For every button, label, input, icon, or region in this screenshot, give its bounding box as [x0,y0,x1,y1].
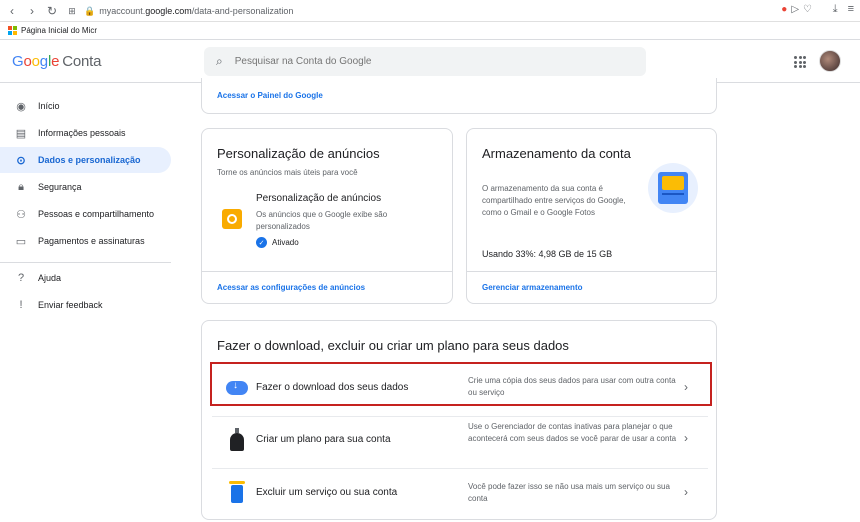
sidebar-divider [0,262,171,263]
sidebar-item-label: Pessoas e compartilhamento [38,209,155,219]
help-icon: ? [17,272,25,284]
storage-usage: Usando 33%: 4,98 GB de 15 GB [482,249,613,259]
menu-icon[interactable]: ≡ [848,3,854,16]
card-title: Armazenamento da conta [482,146,631,161]
search-icon[interactable]: ⌕ [216,54,223,69]
chevron-right-icon: › [684,485,688,499]
people-icon: ⚇ [16,208,26,221]
manage-storage-link[interactable]: Gerenciar armazenamento [482,283,583,292]
microsoft-logo-icon [8,26,17,35]
sidebar-item-pessoas-compartilhamento[interactable]: ⚇ Pessoas e compartilhamento [0,201,171,227]
account-storage-card: Armazenamento da conta O armazenamento d… [466,128,717,304]
toggle-icon: ⊙ [16,154,26,167]
play-icon[interactable]: ▷ [791,4,799,15]
sidebar-item-inicio[interactable]: ◉ Início [0,93,171,119]
sidebar-item-label: Enviar feedback [38,300,103,310]
feedback-icon: ! [19,299,23,311]
download-icon[interactable]: ⤓ [833,3,838,16]
download-delete-card: Fazer o download, excluir ou criar um pl… [201,320,717,520]
card-icon: ▭ [15,235,27,248]
sidebar-item-label: Início [38,101,60,111]
back-icon[interactable]: ‹ [2,1,22,21]
storage-desc: O armazenamento da sua conta é compartil… [482,184,626,217]
row-label: Criar um plano para sua conta [256,434,391,445]
avatar[interactable] [819,50,841,72]
sidebar-item-label: Informações pessoais [38,128,126,138]
sidebar: ◉ Início ▤ Informações pessoais ⊙ Dados … [0,84,180,508]
url-host: google.com [145,6,192,16]
ads-item-desc: Os anúncios que o Google exibe são perso… [256,210,388,231]
search-input[interactable] [234,56,615,67]
apps-grid-icon[interactable]: ⊞ [62,1,82,21]
check-icon: ✓ [256,237,267,248]
lock-icon: 🔒︎ [18,180,24,193]
dashboard-card: Acessar o Painel do Google [201,78,717,114]
lock-icon: 🔒 [84,5,96,16]
sidebar-item-label: Dados e personalização [38,155,141,165]
sidebar-item-informacoes-pessoais[interactable]: ▤ Informações pessoais [0,120,171,146]
card-title: Personalização de anúncios [217,146,380,161]
highlight-annotation [210,362,712,406]
sidebar-item-label: Ajuda [38,273,62,283]
dashboard-link[interactable]: Acessar o Painel do Google [217,91,323,100]
bookmark-item[interactable]: Página Inicial do Micr [21,26,97,35]
favorite-icon[interactable]: ♡ [803,4,812,15]
address-bar[interactable]: 🔒 myaccount. google.com /data-and-person… [84,2,818,20]
browser-toolbar: ‹ › ↻ ⊞ 🔒 myaccount. google.com /data-an… [0,0,860,22]
card-divider [467,271,716,272]
delete-service-row[interactable]: Excluir um serviço ou sua conta Você pod… [212,469,708,522]
url-path: /data-and-personalization [191,6,294,16]
trash-icon [224,481,250,507]
bookmarks-bar: Página Inicial do Micr [0,22,860,40]
ads-personalization-card: Personalização de anúncios Torne os anún… [201,128,453,304]
ads-item-title[interactable]: Personalização de anúncios [256,193,381,204]
row-desc: Você pode fazer isso se não usa mais um … [468,482,670,503]
status-badge: Ativado [272,238,299,247]
extension-icon[interactable]: ● [781,4,787,15]
card-subtitle: Torne os anúncios mais úteis para você [217,168,358,177]
row-label: Excluir um serviço ou sua conta [256,487,398,498]
url-prefix: myaccount. [99,6,146,16]
reload-icon[interactable]: ↻ [42,1,62,21]
id-card-icon: ▤ [15,127,27,140]
ads-icon [222,209,242,229]
chevron-right-icon: › [684,431,688,445]
card-divider [202,271,452,272]
sidebar-item-dados-personalizacao[interactable]: ⊙ Dados e personalização [0,147,171,173]
row-desc: Use o Gerenciador de contas inativas par… [468,422,677,443]
card-title: Fazer o download, excluir ou criar um pl… [217,338,569,353]
sidebar-item-label: Pagamentos e assinaturas [38,236,145,246]
sidebar-item-pagamentos-assinaturas[interactable]: ▭ Pagamentos e assinaturas [0,228,171,254]
sidebar-item-ajuda[interactable]: ? Ajuda [0,265,171,291]
bell-icon [224,428,250,455]
sidebar-item-enviar-feedback[interactable]: ! Enviar feedback [0,292,171,318]
sidebar-item-label: Segurança [38,182,82,192]
forward-icon[interactable]: › [22,1,42,21]
sidebar-item-seguranca[interactable]: 🔒︎ Segurança [0,174,171,200]
storage-illustration-icon [648,163,698,213]
ads-settings-link[interactable]: Acessar as configurações de anúncios [217,283,365,292]
google-apps-icon[interactable] [794,56,806,68]
inactive-account-plan-row[interactable]: Criar um plano para sua conta Use o Gere… [212,417,708,470]
search-box[interactable]: ⌕ [204,47,646,76]
google-account-logo[interactable]: Google Conta [12,53,101,70]
app-header: Google Conta ⌕ [0,41,860,83]
home-icon: ◉ [16,100,26,113]
